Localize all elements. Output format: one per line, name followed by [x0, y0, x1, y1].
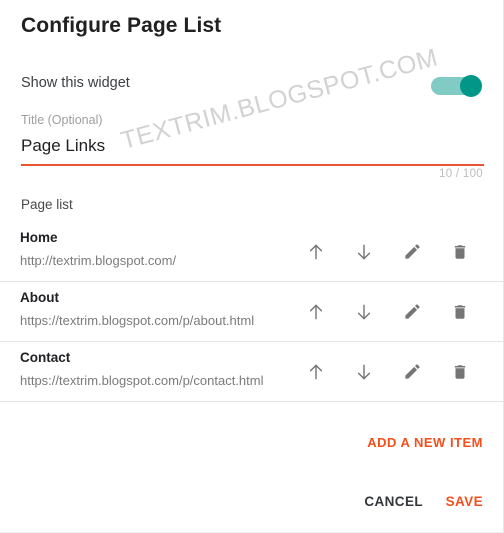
row-actions — [292, 237, 484, 267]
list-item-title: Home — [20, 230, 58, 245]
list-item-url: https://textrim.blogspot.com/p/about.htm… — [20, 313, 255, 328]
list-item-title: Contact — [20, 350, 71, 365]
table-row: About https://textrim.blogspot.com/p/abo… — [0, 282, 503, 342]
arrow-down-icon[interactable] — [340, 237, 388, 267]
character-counter: 10 / 100 — [439, 168, 483, 180]
page-list: Home http://textrim.blogspot.com/ About … — [0, 222, 503, 402]
arrow-down-icon[interactable] — [340, 297, 388, 327]
row-actions — [292, 357, 484, 387]
cancel-button[interactable]: CANCEL — [364, 494, 423, 509]
row-actions — [292, 297, 484, 327]
add-new-item-button[interactable]: ADD A NEW ITEM — [367, 435, 483, 450]
title-input-underline — [21, 164, 484, 166]
table-row: Contact https://textrim.blogspot.com/p/c… — [0, 342, 503, 402]
trash-icon[interactable] — [436, 297, 484, 327]
page-list-label: Page list — [21, 197, 73, 212]
pencil-icon[interactable] — [388, 237, 436, 267]
table-row: Home http://textrim.blogspot.com/ — [0, 222, 503, 282]
page-title: Configure Page List — [21, 14, 222, 37]
configure-page-list-dialog: Configure Page List Show this widget Tit… — [0, 0, 504, 533]
watermark: TEXTRIM.BLOGSPOT.COM — [118, 43, 441, 156]
arrow-up-icon[interactable] — [292, 297, 340, 327]
show-widget-toggle[interactable] — [431, 75, 483, 97]
list-item-title: About — [20, 290, 59, 305]
title-input[interactable]: Page Links — [21, 136, 105, 156]
arrow-up-icon[interactable] — [292, 237, 340, 267]
show-widget-label: Show this widget — [21, 75, 130, 91]
title-field-label: Title (Optional) — [21, 113, 103, 127]
list-item-url: https://textrim.blogspot.com/p/contact.h… — [20, 373, 264, 388]
save-button[interactable]: SAVE — [446, 494, 483, 509]
pencil-icon[interactable] — [388, 297, 436, 327]
pencil-icon[interactable] — [388, 357, 436, 387]
toggle-thumb — [460, 75, 482, 97]
show-widget-row: Show this widget — [21, 73, 483, 99]
trash-icon[interactable] — [436, 357, 484, 387]
trash-icon[interactable] — [436, 237, 484, 267]
arrow-up-icon[interactable] — [292, 357, 340, 387]
arrow-down-icon[interactable] — [340, 357, 388, 387]
list-item-url: http://textrim.blogspot.com/ — [20, 253, 177, 268]
